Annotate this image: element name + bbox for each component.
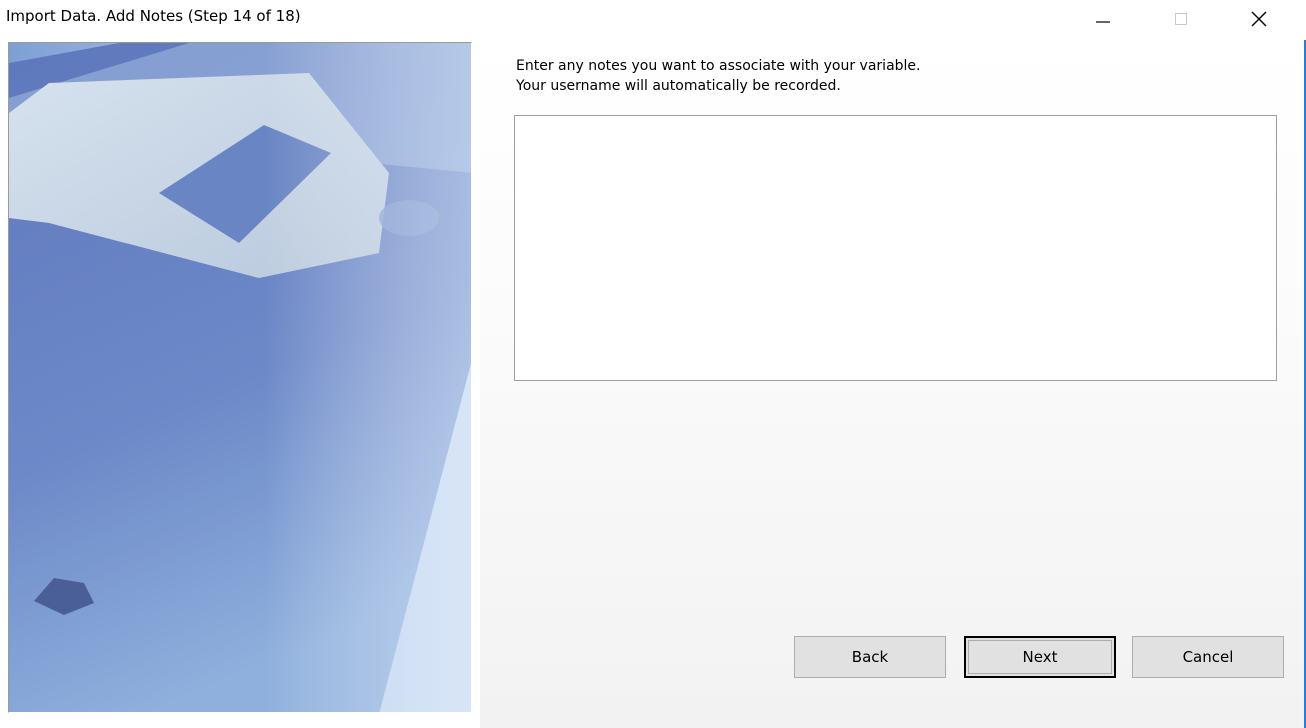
next-button-focus-ring	[968, 640, 1112, 674]
floppy-disk-illustration	[9, 43, 471, 712]
back-button[interactable]: Back	[794, 636, 946, 678]
close-icon	[1251, 11, 1267, 27]
wizard-content: Enter any notes you want to associate wi…	[480, 40, 1306, 728]
wizard-window: Import Data. Add Notes (Step 14 of 18) E…	[0, 0, 1306, 728]
instructions: Enter any notes you want to associate wi…	[516, 56, 920, 96]
cancel-button[interactable]: Cancel	[1132, 636, 1284, 678]
next-button[interactable]: Next	[964, 636, 1116, 678]
instruction-line-2: Your username will automatically be reco…	[516, 78, 841, 94]
minimize-button[interactable]	[1074, 0, 1132, 38]
notes-input[interactable]	[514, 115, 1277, 381]
minimize-icon	[1096, 21, 1110, 23]
close-button[interactable]	[1230, 0, 1288, 38]
window-title: Import Data. Add Notes (Step 14 of 18)	[6, 7, 301, 25]
maximize-button[interactable]	[1152, 0, 1210, 38]
instruction-line-1: Enter any notes you want to associate wi…	[516, 58, 921, 74]
wizard-side-image	[8, 42, 472, 713]
maximize-icon	[1175, 13, 1187, 25]
title-bar[interactable]: Import Data. Add Notes (Step 14 of 18)	[0, 0, 1306, 40]
